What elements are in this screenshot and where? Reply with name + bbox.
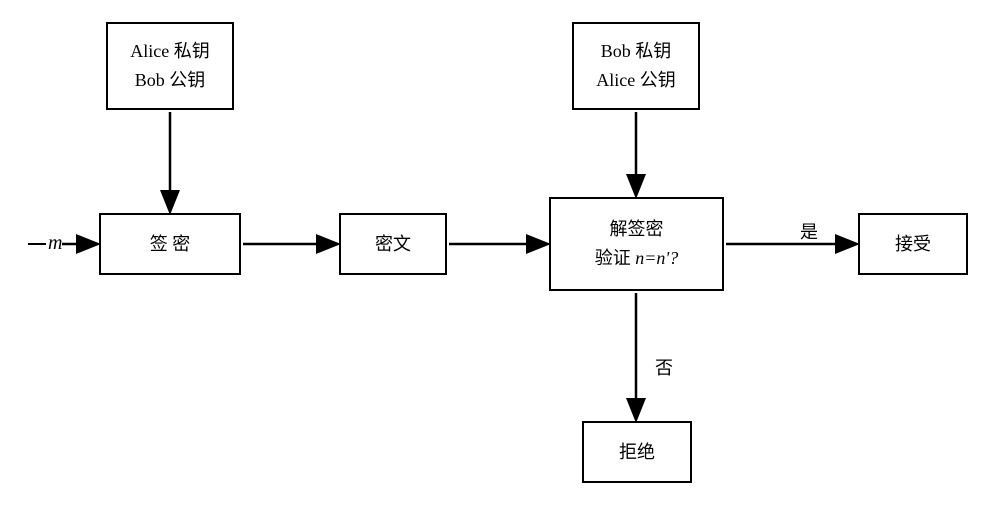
accept-label: 接受	[895, 230, 931, 259]
alice-private-key: Alice 私钥	[130, 37, 209, 66]
yes-label: 是	[800, 218, 818, 244]
bob-private-key: Bob 私钥	[601, 37, 672, 66]
alice-public-key: Alice 公钥	[596, 66, 675, 95]
input-m-label: m	[28, 232, 62, 255]
bob-public-key: Bob 公钥	[135, 66, 206, 95]
verify-line: 验证 n=n'?	[595, 244, 679, 273]
keys-right: Bob 私钥 Alice 公钥	[572, 22, 700, 110]
cipher-box: 密文	[339, 213, 447, 275]
unsigncrypt-box: 解签密 验证 n=n'?	[549, 197, 724, 291]
signcrypt-box: 签 密	[99, 213, 241, 275]
keys-left: Alice 私钥 Bob 公钥	[106, 22, 234, 110]
unsigncrypt-label: 解签密	[610, 215, 664, 244]
cipher-label: 密文	[375, 230, 411, 259]
signcrypt-label: 签 密	[150, 230, 191, 259]
accept-box: 接受	[858, 213, 968, 275]
no-label: 否	[655, 354, 673, 380]
reject-box: 拒绝	[582, 421, 692, 483]
reject-label: 拒绝	[619, 438, 655, 467]
